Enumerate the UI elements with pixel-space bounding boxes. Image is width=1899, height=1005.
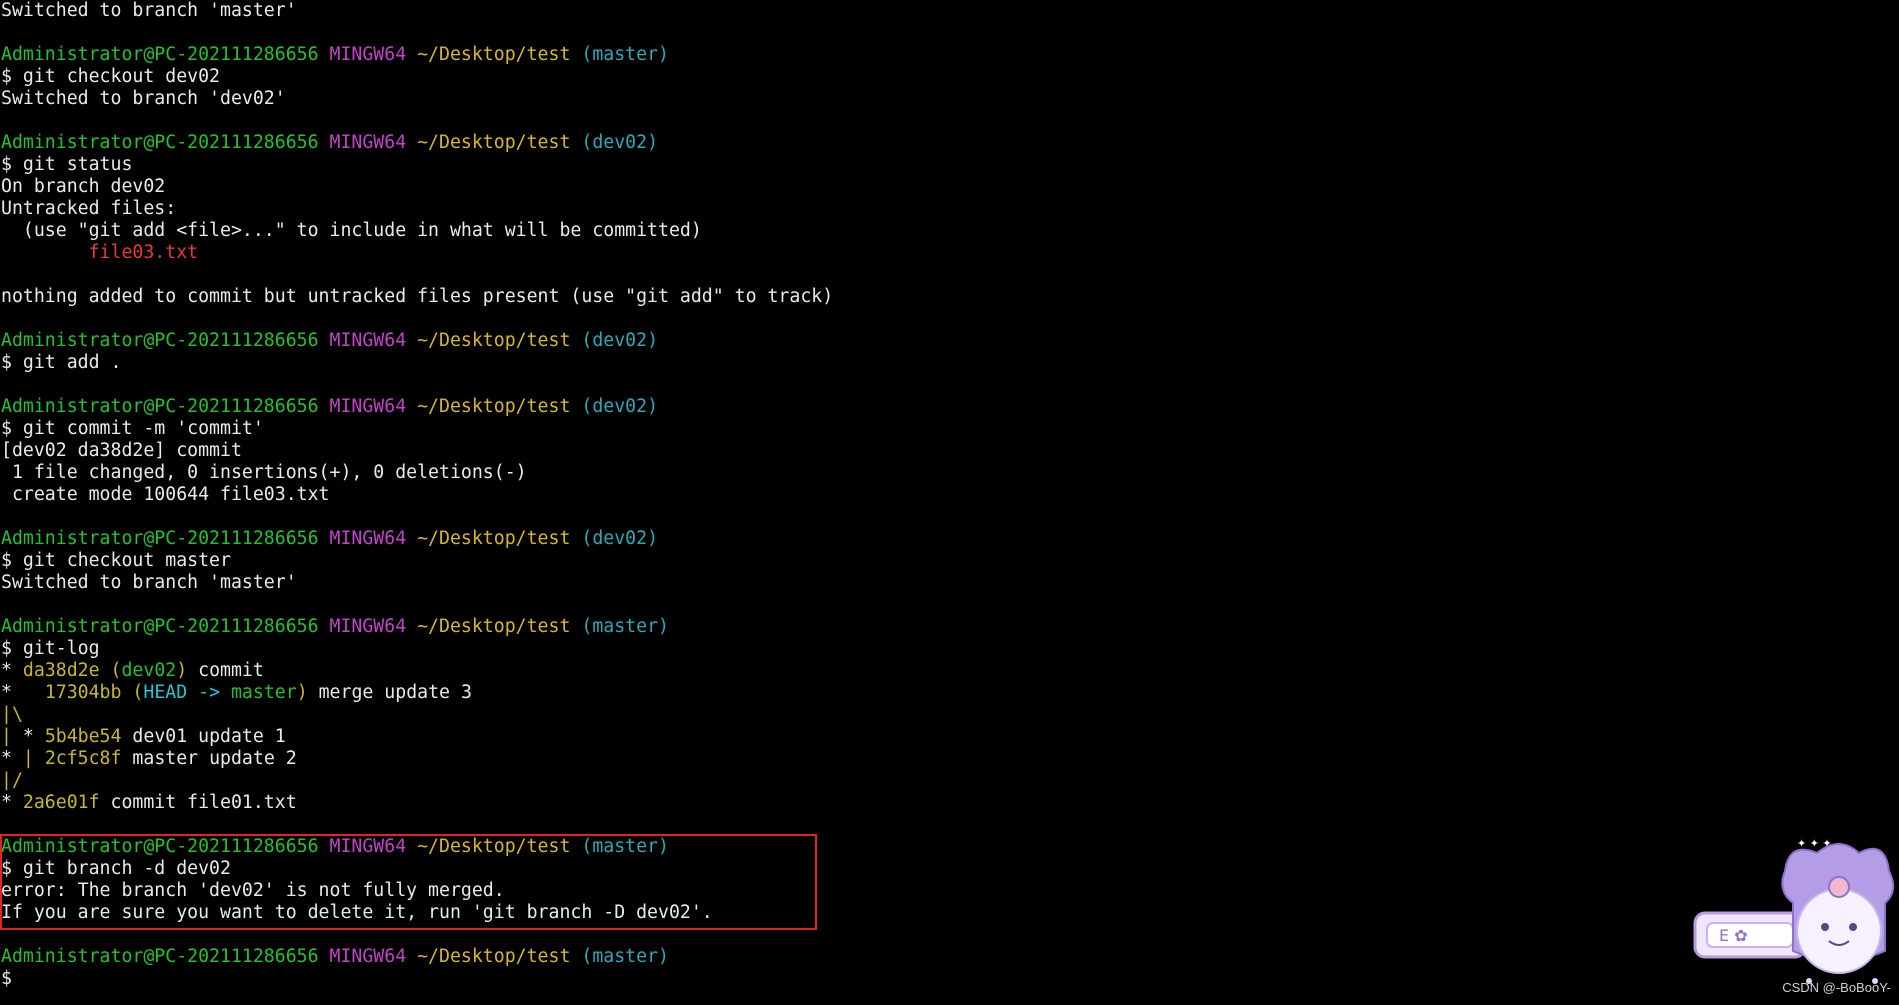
command-line: $ git commit -m 'commit': [1, 418, 264, 439]
ref-open: (: [121, 682, 144, 703]
prompt-path: ~/Desktop/test: [417, 330, 571, 351]
command-prompt-current[interactable]: $: [1, 968, 1561, 990]
prompt-path: ~/Desktop/test: [417, 616, 571, 637]
command-line: $ git checkout master: [1, 550, 231, 571]
output-line: Switched to branch 'dev02': [1, 88, 286, 109]
output-line: On branch dev02: [1, 176, 166, 197]
ref-branch: master: [230, 682, 297, 703]
prompt-system: MINGW64: [329, 528, 407, 549]
prompt-system: MINGW64: [329, 946, 407, 967]
commit-message: dev01 update 1: [121, 726, 286, 747]
prompt-user: Administrator@PC-202111286656: [1, 44, 319, 65]
commit-message: commit file01.txt: [99, 792, 297, 813]
output-line: [dev02 da38d2e] commit: [1, 440, 242, 461]
prompt-branch: (dev02): [581, 528, 659, 549]
graph-line: |/: [1, 770, 23, 791]
graph-star: *: [22, 726, 45, 747]
prompt-line: Administrator@PC-202111286656 MINGW64 ~/…: [1, 528, 1561, 550]
gitlog-row: * da38d2e (dev02) commit: [1, 660, 1561, 682]
prompt-line: Administrator@PC-202111286656 MINGW64 ~/…: [1, 132, 1561, 154]
prompt-system: MINGW64: [329, 616, 407, 637]
prompt-branch: (master): [581, 44, 669, 65]
prompt-line: Administrator@PC-202111286656 MINGW64 ~/…: [1, 44, 1561, 66]
prompt-user: Administrator@PC-202111286656: [1, 616, 319, 637]
prompt-user: Administrator@PC-202111286656: [1, 528, 319, 549]
gitlog-row: * 2a6e01f commit file01.txt: [1, 792, 1561, 814]
command-line: $ git add .: [1, 352, 122, 373]
prompt-path: ~/Desktop/test: [417, 132, 571, 153]
prompt-system: MINGW64: [329, 132, 407, 153]
prompt-user: Administrator@PC-202111286656: [1, 330, 319, 351]
prompt-system: MINGW64: [329, 396, 407, 417]
commit-hash: 2cf5c8f: [44, 748, 122, 769]
prompt-line: Administrator@PC-202111286656 MINGW64 ~/…: [1, 946, 1561, 968]
graph-star: *: [1, 660, 23, 681]
commit-message: master update 2: [121, 748, 297, 769]
prompt-line: Administrator@PC-202111286656 MINGW64 ~/…: [1, 396, 1561, 418]
commit-hash: 2a6e01f: [22, 792, 100, 813]
prompt-path: ~/Desktop/test: [417, 528, 571, 549]
commit-message: commit: [187, 660, 264, 681]
prompt-path: ~/Desktop/test: [417, 44, 571, 65]
graph-pipe: |: [22, 748, 45, 769]
commit-hash: da38d2e: [22, 660, 100, 681]
prompt-branch: (master): [581, 616, 669, 637]
prompt-branch: (dev02): [581, 330, 659, 351]
output-line: 1 file changed, 0 insertions(+), 0 delet…: [1, 462, 527, 483]
prompt-branch: (dev02): [581, 132, 659, 153]
command-line: $ git-log: [1, 638, 100, 659]
gitlog-row: * 17304bb (HEAD -> master) merge update …: [1, 682, 1561, 704]
prompt-branch: (master): [581, 946, 669, 967]
commit-hash: 5b4be54: [44, 726, 122, 747]
gitlog-row: | * 5b4be54 dev01 update 1: [1, 726, 1561, 748]
watermark-sticker: E ✿ ✦ ✦ ✦ CSDN @-BoBooY-: [1689, 831, 1899, 1001]
ref-branch: dev02: [121, 660, 177, 681]
graph-pipe: |: [1, 726, 23, 747]
command-line: $ git checkout dev02: [1, 66, 220, 87]
highlight-annotation-box: [0, 834, 817, 930]
graph-star: *: [1, 748, 23, 769]
graph-line: |\: [1, 704, 23, 725]
output-line: create mode 100644 file03.txt: [1, 484, 330, 505]
output-line: nothing added to commit but untracked fi…: [1, 286, 834, 307]
output-line: Untracked files:: [1, 198, 177, 219]
ref-close: ): [296, 682, 308, 703]
graph-star: *: [1, 682, 45, 703]
commit-message: merge update 3: [307, 682, 472, 703]
commit-hash: 17304bb: [44, 682, 122, 703]
output-line: (use "git add <file>..." to include in w…: [1, 220, 702, 241]
output-line: Switched to branch 'master': [1, 572, 297, 593]
prompt-system: MINGW64: [329, 44, 407, 65]
svg-text:E ✿: E ✿: [1719, 926, 1748, 945]
kuromi-sticker-icon: E ✿ ✦ ✦ ✦: [1693, 837, 1895, 984]
prompt-user: Administrator@PC-202111286656: [1, 132, 319, 153]
gitlog-row: * | 2cf5c8f master update 2: [1, 748, 1561, 770]
prompt-branch: (dev02): [581, 396, 659, 417]
command-line: $ git status: [1, 154, 133, 175]
prompt-path: ~/Desktop/test: [417, 396, 571, 417]
output-line: Switched to branch 'master': [1, 0, 297, 21]
svg-text:✦ ✦ ✦: ✦ ✦ ✦: [1797, 837, 1832, 850]
prompt-user: Administrator@PC-202111286656: [1, 396, 319, 417]
graph-star: *: [1, 792, 23, 813]
ref-head: HEAD ->: [143, 682, 231, 703]
prompt-system: MINGW64: [329, 330, 407, 351]
watermark-text: CSDN @-BoBooY-: [1782, 980, 1891, 995]
ref-close: ): [176, 660, 188, 681]
prompt-line: Administrator@PC-202111286656 MINGW64 ~/…: [1, 616, 1561, 638]
prompt-path: ~/Desktop/test: [417, 946, 571, 967]
prompt-user: Administrator@PC-202111286656: [1, 946, 319, 967]
ref-open: (: [99, 660, 122, 681]
prompt-line: Administrator@PC-202111286656 MINGW64 ~/…: [1, 330, 1561, 352]
untracked-file-line: file03.txt: [1, 242, 199, 263]
